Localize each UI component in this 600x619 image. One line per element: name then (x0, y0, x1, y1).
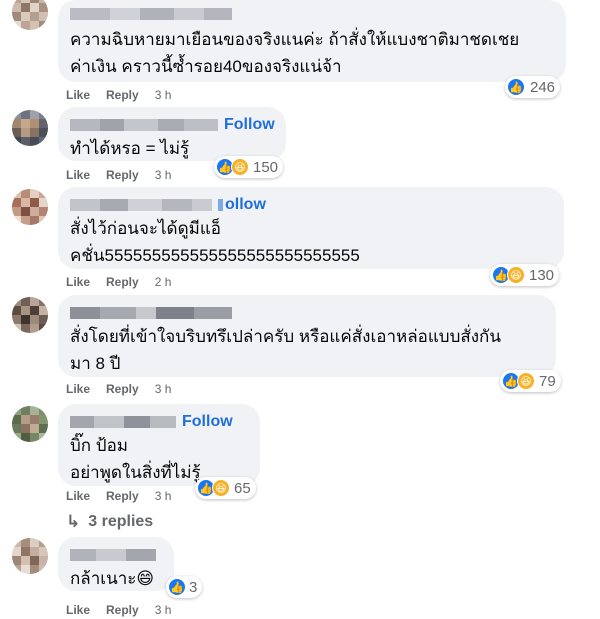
comment-bubble: ความฉิบหายมาเยือนของจริงแนค่ะ ถ้าสั่งให้… (58, 0, 566, 82)
reaction-count: 150 (253, 158, 279, 176)
reaction-count: 79 (539, 372, 556, 390)
reaction-count: 3 (189, 578, 198, 596)
follow-button[interactable]: Follow (224, 116, 275, 134)
timestamp[interactable]: 3 h (155, 168, 172, 182)
comment-bubble: Follow บิ๊ก ป้อม อย่าพูดในสิ่งที่ไม่รู้ (58, 404, 260, 486)
replies-count-label: 3 replies (88, 513, 154, 530)
reaction-summary[interactable]: 👍 3 (166, 576, 203, 598)
reply-link[interactable]: Reply (106, 88, 139, 102)
avatar[interactable] (12, 110, 48, 146)
commenter-name[interactable] (70, 6, 554, 22)
avatar[interactable] (12, 406, 48, 442)
comment-actions: Like Reply 3 h (66, 602, 171, 618)
reaction-count: 65 (234, 479, 251, 497)
reaction-summary[interactable]: 👍 😆 65 (195, 477, 256, 499)
like-link[interactable]: Like (66, 275, 90, 289)
timestamp[interactable]: 2 h (155, 275, 172, 289)
commenter-name[interactable] (70, 303, 544, 323)
commenter-name[interactable] (70, 119, 218, 131)
view-replies-link[interactable]: ↳ 3 replies (66, 512, 153, 532)
haha-reaction-icon: 😆 (507, 266, 525, 284)
comment-bubble: ollow สั่งไว้ก่อนจะได้ดูมีแอ็ คชั่น55555… (58, 187, 564, 269)
avatar[interactable] (12, 538, 48, 574)
comment-actions: Like Reply 3 h (66, 167, 171, 183)
commenter-name[interactable] (70, 545, 162, 565)
commenter-name-row: ollow (70, 195, 552, 215)
timestamp[interactable]: 3 h (155, 603, 172, 617)
reaction-summary[interactable]: 👍 😆 130 (490, 264, 560, 286)
like-link[interactable]: Like (66, 88, 90, 102)
avatar[interactable] (12, 189, 48, 225)
reply-link[interactable]: Reply (106, 603, 139, 617)
haha-reaction-icon: 😆 (231, 158, 249, 176)
reaction-summary[interactable]: 👍 246 (505, 76, 561, 98)
comment-text: ความฉิบหายมาเยือนของจริงแนค่ะ ถ้าสั่งให้… (70, 30, 520, 76)
avatar[interactable] (12, 297, 48, 333)
comment-bubble: Follow ทำได้หรอ = ไม่รู้ (58, 107, 286, 161)
follow-button[interactable]: Follow (182, 413, 233, 431)
comment-actions: Like Reply 3 h (66, 488, 171, 504)
reply-link[interactable]: Reply (106, 489, 139, 503)
commenter-name-row: Follow (70, 412, 248, 432)
comment-actions: Like Reply 2 h (66, 274, 171, 290)
reaction-count: 130 (529, 266, 555, 284)
timestamp[interactable]: 3 h (155, 382, 172, 396)
haha-reaction-icon: 😆 (517, 372, 535, 390)
like-link[interactable]: Like (66, 382, 90, 396)
haha-reaction-icon: 😆 (212, 479, 230, 497)
commenter-name[interactable] (70, 416, 176, 428)
commenter-name-row: Follow (70, 115, 275, 135)
comment-text: สั่งโดยที่เข้าใจบริบทรึเปล่าครับ หรือแค่… (70, 327, 501, 373)
reply-link[interactable]: Reply (106, 382, 139, 396)
reply-arrow-icon: ↳ (66, 512, 81, 531)
follow-button[interactable]: ollow (225, 196, 266, 214)
comment-actions: Like Reply 3 h (66, 381, 171, 397)
like-link[interactable]: Like (66, 489, 90, 503)
like-reaction-icon: 👍 (168, 578, 186, 596)
reaction-summary[interactable]: 👍 😆 150 (214, 156, 284, 178)
follow-fragment (218, 199, 223, 211)
like-reaction-icon: 👍 (507, 78, 525, 96)
reply-link[interactable]: Reply (106, 168, 139, 182)
like-link[interactable]: Like (66, 603, 90, 617)
comment-actions: Like Reply 3 h (66, 87, 171, 103)
comment-text: กล้าเนาะ😄 (70, 569, 155, 588)
timestamp[interactable]: 3 h (155, 489, 172, 503)
reaction-summary[interactable]: 👍 😆 79 (500, 370, 561, 392)
comment-text: สั่งไว้ก่อนจะได้ดูมีแอ็ คชั่น55555555555… (70, 219, 360, 265)
reply-link[interactable]: Reply (106, 275, 139, 289)
commenter-name[interactable] (70, 199, 212, 211)
comment-bubble: กล้าเนาะ😄 (58, 537, 174, 591)
reaction-count: 246 (530, 78, 556, 96)
timestamp[interactable]: 3 h (155, 88, 172, 102)
comment-bubble: สั่งโดยที่เข้าใจบริบทรึเปล่าครับ หรือแค่… (58, 295, 556, 377)
avatar[interactable] (12, 0, 48, 30)
like-link[interactable]: Like (66, 168, 90, 182)
